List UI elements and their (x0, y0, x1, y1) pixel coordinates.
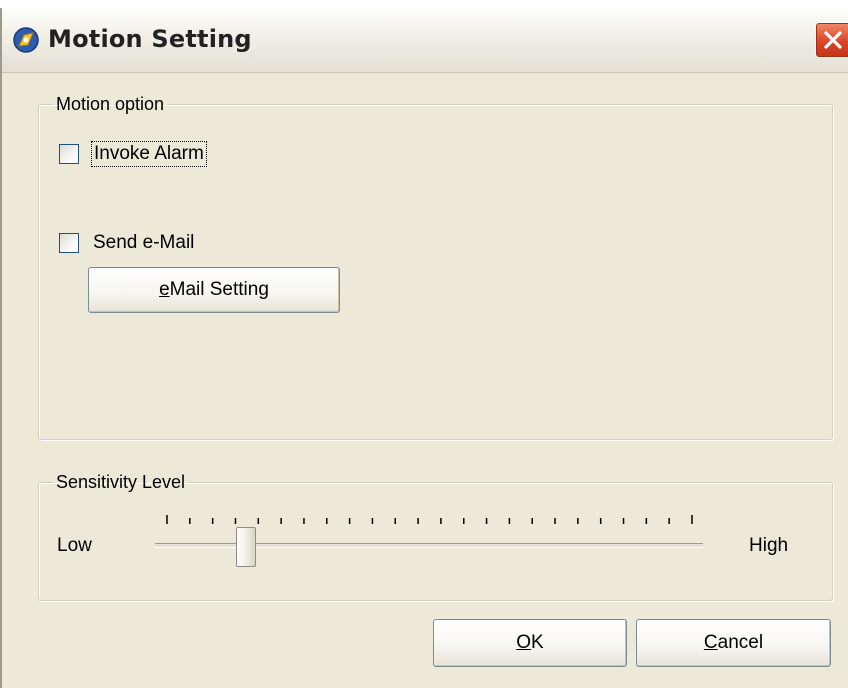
cancel-mnemonic: C (703, 632, 718, 653)
ok-button[interactable]: OK (433, 619, 627, 667)
ok-label: K (531, 632, 544, 653)
sensitivity-slider-thumb[interactable] (235, 527, 256, 567)
sensitivity-ticks (166, 515, 693, 524)
cancel-label: ancel (717, 632, 764, 653)
cancel-button[interactable]: Cancel (636, 619, 831, 667)
ok-mnemonic: O (516, 632, 532, 653)
